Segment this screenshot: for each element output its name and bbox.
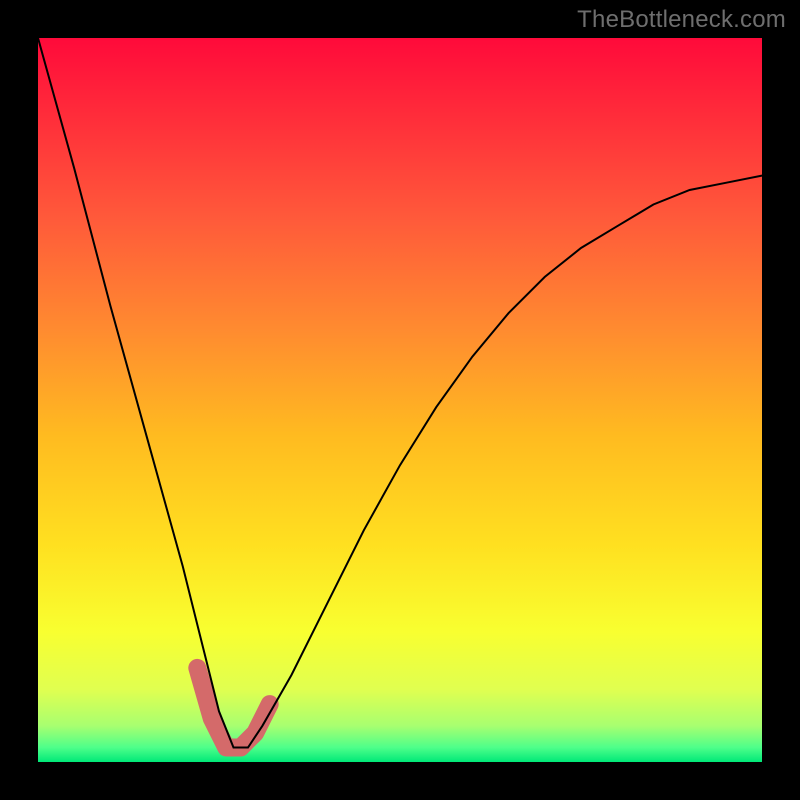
curve-highlight-segment xyxy=(197,668,269,748)
plot-area xyxy=(38,38,762,762)
watermark-text: TheBottleneck.com xyxy=(577,6,786,34)
chart-frame: TheBottleneck.com xyxy=(0,0,800,800)
curve-svg xyxy=(38,38,762,762)
curve-main-line xyxy=(38,38,762,748)
